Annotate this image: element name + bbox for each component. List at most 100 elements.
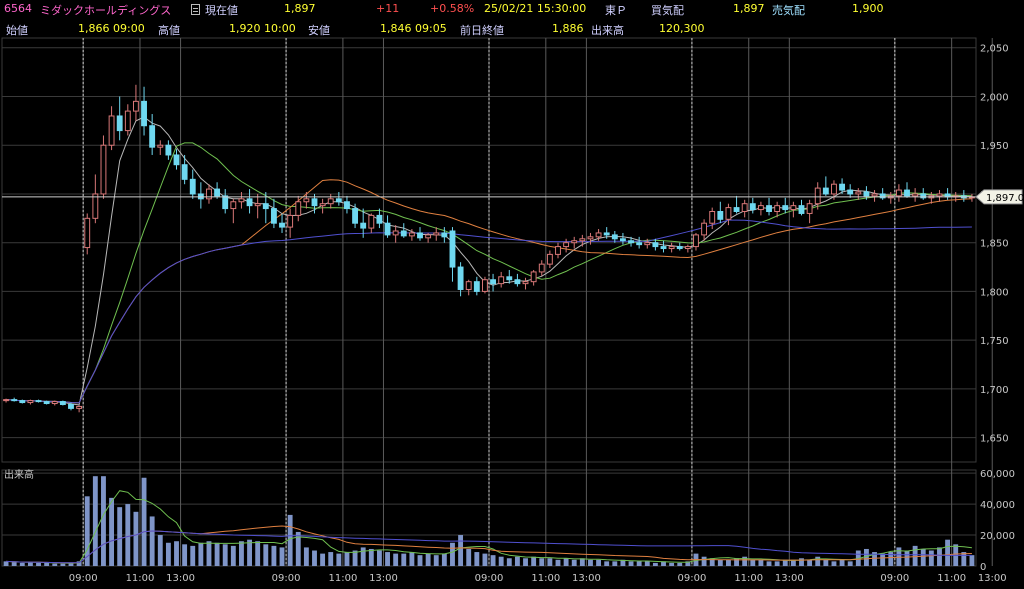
volume-bar (125, 504, 131, 566)
volume-bar (393, 553, 399, 566)
candle-body (822, 187, 829, 195)
volume-bar (409, 552, 415, 566)
volume-bar (303, 547, 309, 566)
candle-body (555, 246, 561, 255)
candle-body (279, 222, 285, 228)
volume-bar (523, 558, 528, 566)
candle-body (733, 207, 740, 212)
candle-body (287, 214, 294, 228)
candle-body (19, 400, 26, 404)
volume-bar (969, 555, 975, 566)
candle-body (457, 266, 464, 290)
volume-bar (230, 545, 236, 566)
candle-body (246, 198, 253, 207)
volume-bar (450, 542, 455, 566)
candle-body (482, 279, 488, 292)
candle-body (327, 198, 334, 205)
volume-bar (27, 562, 33, 566)
volume-bar (912, 545, 918, 566)
price-tick-label: 2,000 (980, 92, 1009, 103)
volume-bar (863, 548, 869, 566)
candle-body (530, 271, 537, 283)
candle-body (417, 232, 423, 239)
candle-body (611, 234, 618, 240)
volume-bar (279, 547, 285, 566)
volume-bar (839, 559, 845, 566)
candle-body (441, 232, 448, 238)
volume-bar (896, 547, 902, 566)
volume-bar (263, 544, 269, 566)
volume-bar (44, 562, 50, 566)
candle-body (149, 125, 156, 148)
candle-body (68, 403, 74, 409)
volume-bar (425, 553, 431, 566)
volume-bar (60, 563, 66, 566)
volume-bar (368, 548, 374, 566)
candle-body (506, 276, 513, 281)
price-tick-label: 2,050 (980, 44, 1009, 55)
candle-body (319, 203, 326, 207)
volume-bar (328, 552, 334, 566)
candle-body (43, 401, 50, 405)
volume-bar (3, 561, 9, 566)
candle-body (660, 246, 667, 250)
volume-bar (669, 562, 675, 566)
candle-body (684, 246, 691, 250)
volume-bar (750, 559, 756, 566)
volume-bar (726, 559, 731, 566)
time-tick-label: 13:00 (978, 573, 1007, 584)
time-tick-label: 09:00 (475, 573, 504, 584)
volume-bar (466, 548, 472, 566)
candle-body (124, 110, 131, 132)
candle-body (352, 208, 359, 224)
volume-bar (539, 558, 545, 566)
candle-body (132, 100, 139, 112)
candle-body (449, 230, 456, 268)
candle-body (311, 198, 318, 207)
volume-bar (612, 561, 618, 566)
candle-body (270, 208, 277, 224)
candle-body (27, 400, 34, 404)
volume-bar (198, 542, 204, 566)
volume-bar (255, 541, 261, 566)
candle-body (790, 205, 797, 211)
candle-body (238, 198, 245, 203)
volume-bar (141, 477, 147, 566)
candle-body (335, 198, 342, 203)
candle-body (408, 232, 415, 237)
volume-bar (774, 561, 780, 566)
price-tick-label: 1,800 (980, 287, 1009, 298)
candle-body (514, 279, 521, 285)
candle-body (798, 205, 805, 214)
volume-bar (677, 562, 683, 566)
time-tick-label: 09:00 (69, 573, 98, 584)
candle-body (863, 191, 870, 197)
time-tick-label: 11:00 (328, 573, 357, 584)
candle-body (717, 210, 724, 220)
volume-bar (717, 559, 723, 566)
time-tick-label: 09:00 (880, 573, 909, 584)
volume-bar (101, 476, 106, 566)
candle-body (425, 234, 432, 239)
price-chart[interactable]: 2,0502,0001,9501,9001,8501,8001,7501,700… (0, 0, 1024, 589)
candle-body (831, 183, 837, 195)
volume-bar (174, 541, 179, 566)
candle-body (782, 205, 789, 211)
candle-body (847, 189, 854, 195)
candle-body (895, 189, 902, 197)
volume-bar (514, 556, 520, 566)
volume-bar (937, 547, 942, 566)
candle-body (92, 193, 99, 219)
volume-bar (320, 553, 326, 566)
candle-body (603, 232, 610, 236)
candle-body (360, 222, 367, 229)
volume-bar (531, 556, 537, 566)
candle-body (644, 242, 651, 246)
price-tick-label: 1,750 (980, 336, 1009, 347)
candle-body (165, 144, 172, 156)
last-price-label: 1,897.0 (986, 193, 1024, 204)
volume-bar (165, 542, 171, 566)
volume-bar (588, 559, 593, 566)
volume-bar (628, 561, 634, 566)
candle-body (254, 203, 261, 207)
